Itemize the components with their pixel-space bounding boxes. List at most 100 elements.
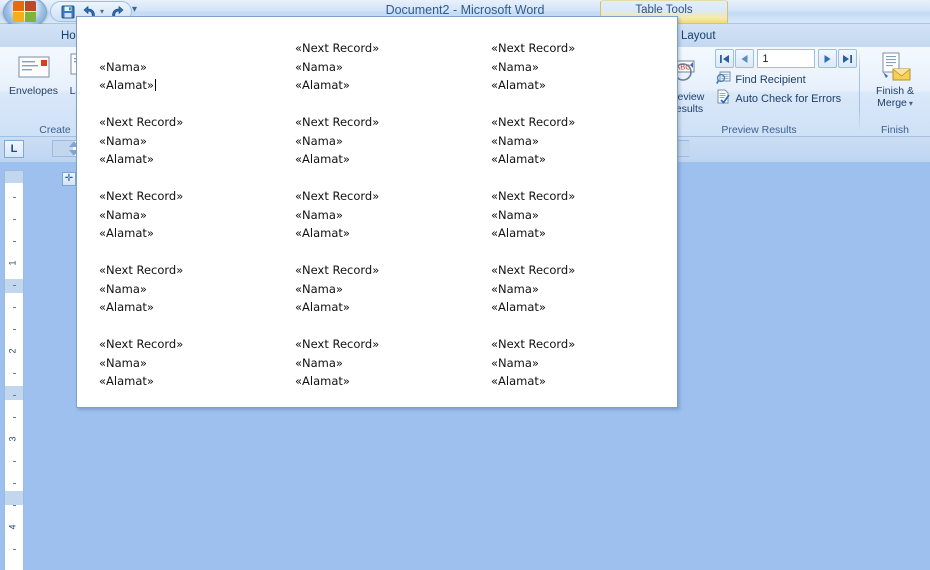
label-cell[interactable]: «Next Record» «Nama» «Alamat» bbox=[83, 187, 279, 261]
record-navigation: 1 bbox=[715, 49, 858, 68]
record-number-input[interactable]: 1 bbox=[757, 49, 816, 68]
ruler-tick bbox=[13, 395, 16, 396]
merge-field-line: «Nama» bbox=[491, 207, 539, 222]
tab-stop-selector[interactable]: L bbox=[4, 140, 24, 158]
merge-field-line: «Alamat» bbox=[295, 226, 350, 240]
ruler-tick bbox=[13, 285, 16, 286]
merge-field-line: «Nama» bbox=[491, 133, 539, 148]
find-recipient-label: Find Recipient bbox=[735, 73, 806, 86]
last-record-button[interactable] bbox=[838, 49, 858, 68]
finish-and-merge-button[interactable]: Finish & Merge ▾ bbox=[873, 47, 917, 109]
merge-field-line: «Nama» bbox=[295, 207, 343, 222]
label-table: «Nama» «Alamat» «Next Record» «Nama» «Alama… bbox=[77, 17, 677, 407]
ruler-number: 2 bbox=[7, 348, 18, 354]
label-cell[interactable]: «Next Record» «Nama» «Alamat» bbox=[83, 261, 279, 335]
find-recipient-icon bbox=[716, 70, 731, 90]
ruler-number: 3 bbox=[7, 436, 18, 442]
ruler-tick bbox=[13, 549, 16, 550]
merge-field-line: «Next Record» bbox=[295, 41, 380, 55]
label-cell[interactable]: «Next Record» «Nama» «Alamat» bbox=[83, 113, 279, 187]
merge-field-line: «Alamat» bbox=[99, 152, 154, 166]
document-page[interactable]: «Nama» «Alamat» «Next Record» «Nama» «Alama… bbox=[76, 16, 678, 408]
merge-field-line: «Next Record» bbox=[295, 337, 380, 351]
merge-field-line: «Next Record» bbox=[491, 115, 576, 129]
merge-field-line: «Next Record» bbox=[99, 115, 184, 129]
label-cell[interactable]: «Nama» «Alamat» bbox=[83, 39, 279, 113]
merge-field-line: «Alamat» bbox=[295, 374, 350, 388]
table-tools-label: Table Tools bbox=[635, 4, 693, 16]
auto-check-errors-button[interactable]: Auto Check for Errors bbox=[713, 89, 857, 108]
next-record-button[interactable] bbox=[818, 49, 838, 68]
label-cell[interactable]: «Next Record» «Nama» «Alamat» bbox=[475, 335, 671, 407]
merge-field-line: «Next Record» bbox=[295, 263, 380, 277]
envelope-icon bbox=[17, 51, 51, 83]
group-label-preview-results: Preview Results bbox=[721, 124, 797, 136]
ruler-margin-segment bbox=[5, 491, 23, 505]
label-cell[interactable]: «Next Record» «Nama» «Alamat» bbox=[475, 39, 671, 113]
table-row[interactable]: «Next Record» «Nama» «Alamat» «Next Record… bbox=[83, 113, 677, 187]
label-cell[interactable]: «Next Record» «Nama» «Alamat» bbox=[475, 187, 671, 261]
table-move-handle[interactable]: ✛ bbox=[62, 172, 76, 186]
ribbon-group-finish: Finish & Merge ▾ Finish bbox=[860, 47, 930, 137]
ruler-tick bbox=[13, 417, 16, 418]
merge-field-line: «Alamat» bbox=[99, 374, 154, 388]
merge-field-line: «Next Record» bbox=[491, 41, 576, 55]
table-row[interactable]: «Next Record» «Nama» «Alamat» «Next Record… bbox=[83, 335, 677, 407]
envelopes-label: Envelopes bbox=[9, 85, 59, 97]
tab-layout[interactable]: Layout bbox=[672, 25, 725, 47]
merge-field-line: «Next Record» bbox=[295, 115, 380, 129]
find-recipient-button[interactable]: Find Recipient bbox=[713, 70, 857, 89]
label-cell[interactable]: «Next Record» «Nama» «Alamat» bbox=[83, 335, 279, 407]
merge-field-line: «Alamat» bbox=[491, 300, 546, 314]
ruler-tick bbox=[13, 329, 16, 330]
window-title: Document2 - Microsoft Word bbox=[385, 3, 545, 17]
ruler-tick bbox=[13, 373, 16, 374]
chevron-down-icon[interactable]: ▾ bbox=[909, 99, 913, 108]
finish-merge-icon bbox=[877, 51, 913, 83]
first-record-button[interactable] bbox=[715, 49, 735, 68]
finish-and-merge-label-2: Merge bbox=[877, 96, 907, 109]
merge-field-line: «Nama» bbox=[491, 59, 539, 74]
label-cell[interactable]: «Next Record» «Nama» «Alamat» bbox=[279, 39, 475, 113]
merge-field-line: «Nama» bbox=[99, 207, 147, 222]
label-cell[interactable]: «Next Record» «Nama» «Alamat» bbox=[279, 187, 475, 261]
label-cell[interactable]: «Next Record» «Nama» «Alamat» bbox=[279, 113, 475, 187]
vertical-ruler[interactable]: 1 2 3 4 bbox=[4, 170, 24, 570]
group-label-finish: Finish bbox=[880, 124, 909, 136]
merge-field-line: «Nama» bbox=[295, 59, 343, 74]
text-cursor bbox=[154, 79, 156, 91]
merge-field-line: «Next Record» bbox=[295, 189, 380, 203]
envelopes-button[interactable]: Envelopes bbox=[6, 47, 61, 98]
merge-field-line: «Next Record» bbox=[99, 263, 184, 277]
merge-field-line: «Alamat» bbox=[491, 374, 546, 388]
ruler-tick bbox=[13, 219, 16, 220]
label-cell[interactable]: «Next Record» «Nama» «Alamat» bbox=[279, 261, 475, 335]
merge-field-line: «Nama» bbox=[295, 281, 343, 296]
merge-field-line: «Next Record» bbox=[491, 337, 576, 351]
merge-field-line: «Alamat» bbox=[295, 78, 350, 92]
merge-field-line: «Nama» bbox=[295, 133, 343, 148]
merge-field-line: «Alamat» bbox=[99, 78, 156, 92]
table-row[interactable]: «Next Record» «Nama» «Alamat» «Next Record… bbox=[83, 261, 677, 335]
ruler-tick bbox=[13, 241, 16, 242]
merge-field-line: «Nama» bbox=[491, 281, 539, 296]
finish-and-merge-label-1: Finish & bbox=[876, 85, 914, 97]
label-cell[interactable]: «Next Record» «Nama» «Alamat» bbox=[475, 113, 671, 187]
merge-field-line: «Alamat» bbox=[491, 152, 546, 166]
merge-field-line: «Alamat» bbox=[99, 300, 154, 314]
merge-field-line: «Nama» bbox=[99, 133, 147, 148]
ruler-tick bbox=[13, 483, 16, 484]
table-row[interactable]: «Nama» «Alamat» «Next Record» «Nama» «Alama… bbox=[83, 39, 677, 113]
label-cell[interactable]: «Next Record» «Nama» «Alamat» bbox=[475, 261, 671, 335]
ruler-margin-segment bbox=[5, 171, 23, 183]
merge-field-line: «Nama» bbox=[295, 355, 343, 370]
merge-field-line: «Alamat» bbox=[99, 226, 154, 240]
previous-record-button[interactable] bbox=[735, 49, 755, 68]
merge-field-line: «Nama» bbox=[99, 355, 147, 370]
ruler-tick bbox=[13, 505, 16, 506]
table-row[interactable]: «Next Record» «Nama» «Alamat» «Next Record… bbox=[83, 187, 677, 261]
merge-field-line: «Next Record» bbox=[491, 263, 576, 277]
label-cell[interactable]: «Next Record» «Nama» «Alamat» bbox=[279, 335, 475, 407]
word-window: ▾ ▾ Document2 - Microsoft Word Table Too… bbox=[0, 0, 930, 570]
ruler-margin-segment bbox=[5, 386, 23, 400]
